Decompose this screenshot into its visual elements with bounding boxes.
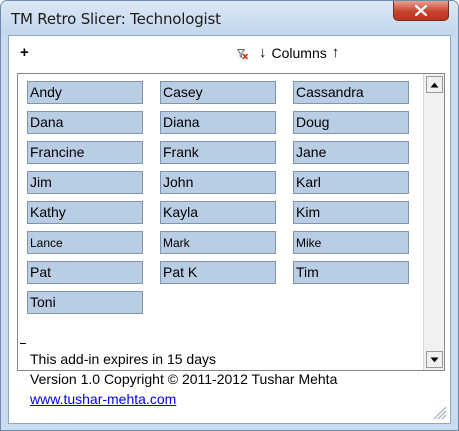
slicer-item[interactable]: Francine <box>27 141 143 164</box>
columns-control: ↓ Columns ↑ <box>259 44 339 61</box>
clear-filter-icon <box>236 49 249 60</box>
slicer-item[interactable]: Kim <box>293 201 409 224</box>
slicer-item[interactable]: Jane <box>293 141 409 164</box>
down-arrow-icon <box>430 357 439 362</box>
scroll-down-button[interactable] <box>426 351 443 368</box>
slicer-items: Andy Casey Cassandra Dana Diana Doug Francine F… <box>27 81 425 367</box>
close-icon <box>415 5 427 16</box>
slicer-item[interactable]: Andy <box>27 81 143 104</box>
scroll-up-button[interactable] <box>426 76 443 93</box>
slicer-item[interactable]: Kathy <box>27 201 143 224</box>
slicer-item[interactable]: Pat <box>27 261 143 284</box>
copyright-text: Version 1.0 Copyright © 2011-2012 Tushar… <box>30 371 338 387</box>
slicer-item[interactable]: Jim <box>27 171 143 194</box>
slicer-item[interactable]: Frank <box>160 141 276 164</box>
resize-grip-icon[interactable] <box>431 404 447 420</box>
expiry-notice: This add-in expires in 15 days <box>30 351 216 367</box>
decrease-columns-button[interactable]: ↓ <box>259 44 267 61</box>
clear-filter-button[interactable] <box>236 47 249 65</box>
add-button[interactable]: + <box>20 45 29 60</box>
slicer-item[interactable]: Doug <box>293 111 409 134</box>
slicer-item[interactable]: Dana <box>27 111 143 134</box>
up-arrow-icon <box>430 82 439 87</box>
close-button[interactable] <box>393 1 449 21</box>
slicer-item[interactable]: Lance <box>27 231 143 254</box>
columns-label: Columns <box>271 44 327 61</box>
window-title: TM Retro Slicer: Technologist <box>11 10 221 28</box>
slicer-item[interactable]: Toni <box>27 291 143 314</box>
slicer-item[interactable]: Cassandra <box>293 81 409 104</box>
slicer-item[interactable]: Mike <box>293 231 409 254</box>
slicer-item[interactable]: Kayla <box>160 201 276 224</box>
increase-columns-button[interactable]: ↑ <box>332 44 340 61</box>
slicer-item[interactable]: Pat K <box>160 261 276 284</box>
vertical-scrollbar[interactable] <box>423 74 444 370</box>
slicer-item[interactable]: John <box>160 171 276 194</box>
slicer-window: TM Retro Slicer: Technologist + ↓ Column… <box>0 0 459 431</box>
slicer-item[interactable]: Mark <box>160 231 276 254</box>
slicer-item[interactable]: Casey <box>160 81 276 104</box>
slicer-list: Andy Casey Cassandra Dana Diana Doug Francine F… <box>17 73 445 371</box>
client-area: + ↓ Columns ↑ Andy Casey Cassandra Dana Dian… <box>8 35 451 424</box>
website-link[interactable]: www.tushar-mehta.com <box>30 391 176 407</box>
slicer-item[interactable]: Tim <box>293 261 409 284</box>
title-bar[interactable]: TM Retro Slicer: Technologist <box>1 1 458 35</box>
slicer-item[interactable]: Diana <box>160 111 276 134</box>
slicer-item[interactable]: Karl <box>293 171 409 194</box>
divider-dash <box>20 343 26 344</box>
